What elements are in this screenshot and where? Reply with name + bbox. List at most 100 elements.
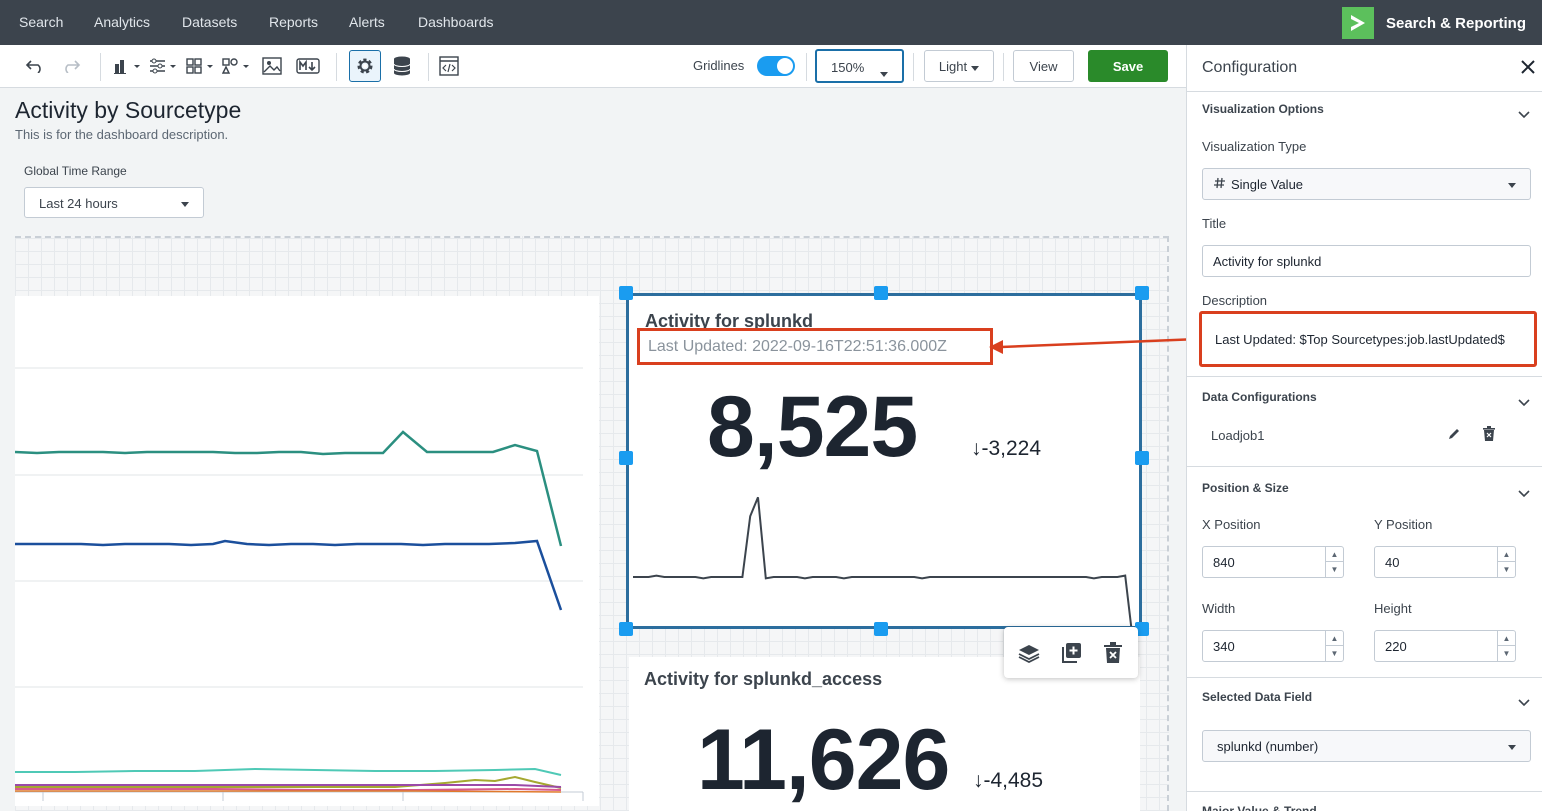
- section-major-value-trend[interactable]: Major Value & Trend: [1202, 804, 1317, 811]
- app-name: Search & Reporting: [1385, 14, 1526, 32]
- close-icon[interactable]: [1521, 58, 1535, 79]
- layers-icon[interactable]: [1017, 641, 1041, 665]
- series-line-blue: [15, 539, 563, 611]
- config-header: Configuration: [1187, 45, 1542, 92]
- description-input[interactable]: Last Updated: $Top Sourcetypes:job.lastU…: [1199, 311, 1537, 367]
- width-label: Width: [1202, 601, 1236, 616]
- chevron-down-icon[interactable]: [1518, 694, 1530, 712]
- resize-handle[interactable]: [619, 622, 633, 636]
- zoom-select[interactable]: 150%: [815, 49, 904, 83]
- trend-delta: -4,485: [983, 769, 1044, 792]
- resize-handle[interactable]: [1135, 286, 1149, 300]
- add-markdown-icon[interactable]: [294, 53, 322, 79]
- chevron-down-icon[interactable]: [1518, 485, 1530, 503]
- time-range-label: Global Time Range: [24, 164, 127, 178]
- add-chart-icon[interactable]: [112, 53, 142, 79]
- source-code-icon[interactable]: [436, 53, 462, 79]
- dashboard-title[interactable]: Activity by Sourcetype: [15, 97, 241, 124]
- section-visualization-options[interactable]: Visualization Options: [1202, 102, 1324, 116]
- zoom-value: 150%: [831, 60, 865, 75]
- app-brand[interactable]: Search & Reporting: [1341, 7, 1526, 39]
- nav-search[interactable]: Search: [19, 14, 63, 30]
- major-value: 11,626: [697, 712, 950, 808]
- gridlines-toggle[interactable]: [757, 56, 795, 76]
- height-input[interactable]: 220 ▲ ▼: [1374, 630, 1516, 662]
- selected-field-value: splunkd (number): [1217, 739, 1319, 754]
- app-logo-icon: [1341, 7, 1374, 39]
- delete-icon[interactable]: [1101, 641, 1125, 665]
- trend-value: ↓-4,485: [973, 769, 1043, 793]
- delete-icon[interactable]: [1483, 426, 1495, 446]
- edit-pencil-icon[interactable]: [1447, 427, 1461, 446]
- nav-dashboards[interactable]: Dashboards: [418, 14, 494, 30]
- add-layout-icon[interactable]: [185, 53, 215, 79]
- resize-handle[interactable]: [619, 286, 633, 300]
- selected-field-select[interactable]: splunkd (number): [1202, 730, 1531, 762]
- trend-delta: -3,224: [981, 437, 1042, 460]
- duplicate-icon[interactable]: [1059, 641, 1083, 665]
- add-input-icon[interactable]: [148, 53, 178, 79]
- viz-type-label: Visualization Type: [1202, 139, 1307, 154]
- arrow-down-icon: ↓: [971, 437, 982, 460]
- theme-select[interactable]: Light: [924, 50, 994, 82]
- line-chart-panel[interactable]: [14, 296, 599, 806]
- chevron-down-icon: [1508, 180, 1516, 190]
- save-button[interactable]: Save: [1088, 50, 1168, 82]
- series-line-teal: [14, 430, 563, 547]
- undo-icon[interactable]: [22, 53, 48, 79]
- x-position-label: X Position: [1202, 517, 1261, 532]
- nav-alerts[interactable]: Alerts: [349, 14, 385, 30]
- chevron-down-icon: [181, 199, 189, 209]
- single-value-panel-splunkd-access[interactable]: Activity for splunkd_access 11,626 ↓-4,4…: [629, 657, 1140, 811]
- arrow-down-icon: ↓: [973, 769, 984, 792]
- stepper[interactable]: ▲ ▼: [1325, 631, 1343, 661]
- redo-icon[interactable]: [58, 53, 84, 79]
- height-value: 220: [1385, 639, 1407, 654]
- section-selected-data-field[interactable]: Selected Data Field: [1202, 690, 1312, 704]
- resize-handle[interactable]: [619, 451, 633, 465]
- sparkline-path: [633, 496, 1133, 626]
- chevron-down-icon[interactable]: [1518, 106, 1530, 124]
- stepper[interactable]: ▲ ▼: [1325, 547, 1343, 577]
- chevron-down-icon: [880, 65, 888, 80]
- stepper[interactable]: ▲ ▼: [1497, 547, 1515, 577]
- add-image-icon[interactable]: [259, 53, 285, 79]
- viz-type-value: Single Value: [1231, 177, 1304, 192]
- height-label: Height: [1374, 601, 1412, 616]
- stepper[interactable]: ▲ ▼: [1497, 631, 1515, 661]
- config-title: Configuration: [1202, 59, 1298, 76]
- major-value: 8,525: [707, 379, 918, 475]
- nav-analytics[interactable]: Analytics: [94, 14, 150, 30]
- data-sources-icon[interactable]: [389, 53, 415, 79]
- settings-gear-icon[interactable]: [349, 50, 381, 82]
- x-position-input[interactable]: 840 ▲ ▼: [1202, 546, 1344, 578]
- data-source-name[interactable]: Loadjob1: [1211, 428, 1265, 443]
- width-input[interactable]: 340 ▲ ▼: [1202, 630, 1344, 662]
- series-line-mint: [15, 767, 562, 776]
- title-input[interactable]: Activity for splunkd: [1202, 245, 1531, 277]
- annotation-arrow: [989, 337, 1200, 354]
- view-button[interactable]: View: [1013, 50, 1074, 82]
- resize-handle[interactable]: [1135, 451, 1149, 465]
- series-line-olive: [15, 775, 562, 789]
- single-value-icon: [1213, 177, 1227, 192]
- trend-value: ↓-3,224: [971, 437, 1041, 461]
- add-shape-icon[interactable]: [221, 53, 251, 79]
- configuration-panel: Configuration Visualization Options Visu…: [1186, 45, 1542, 811]
- chevron-down-icon: [971, 59, 980, 74]
- resize-handle[interactable]: [874, 286, 888, 300]
- theme-value: Light: [938, 58, 968, 74]
- nav-reports[interactable]: Reports: [269, 14, 318, 30]
- time-range-value: Last 24 hours: [39, 196, 118, 211]
- nav-datasets[interactable]: Datasets: [182, 14, 237, 30]
- time-range-select[interactable]: Last 24 hours: [24, 187, 204, 218]
- section-position-size[interactable]: Position & Size: [1202, 481, 1289, 495]
- y-position-input[interactable]: 40 ▲ ▼: [1374, 546, 1516, 578]
- dashboard-description[interactable]: This is for the dashboard description.: [15, 127, 228, 142]
- sparkline: [633, 496, 1133, 626]
- section-data-configurations[interactable]: Data Configurations: [1202, 390, 1317, 404]
- chevron-down-icon[interactable]: [1518, 394, 1530, 412]
- resize-handle[interactable]: [874, 622, 888, 636]
- panel-actions-toolbar: [1004, 627, 1138, 678]
- viz-type-select[interactable]: Single Value: [1202, 168, 1531, 200]
